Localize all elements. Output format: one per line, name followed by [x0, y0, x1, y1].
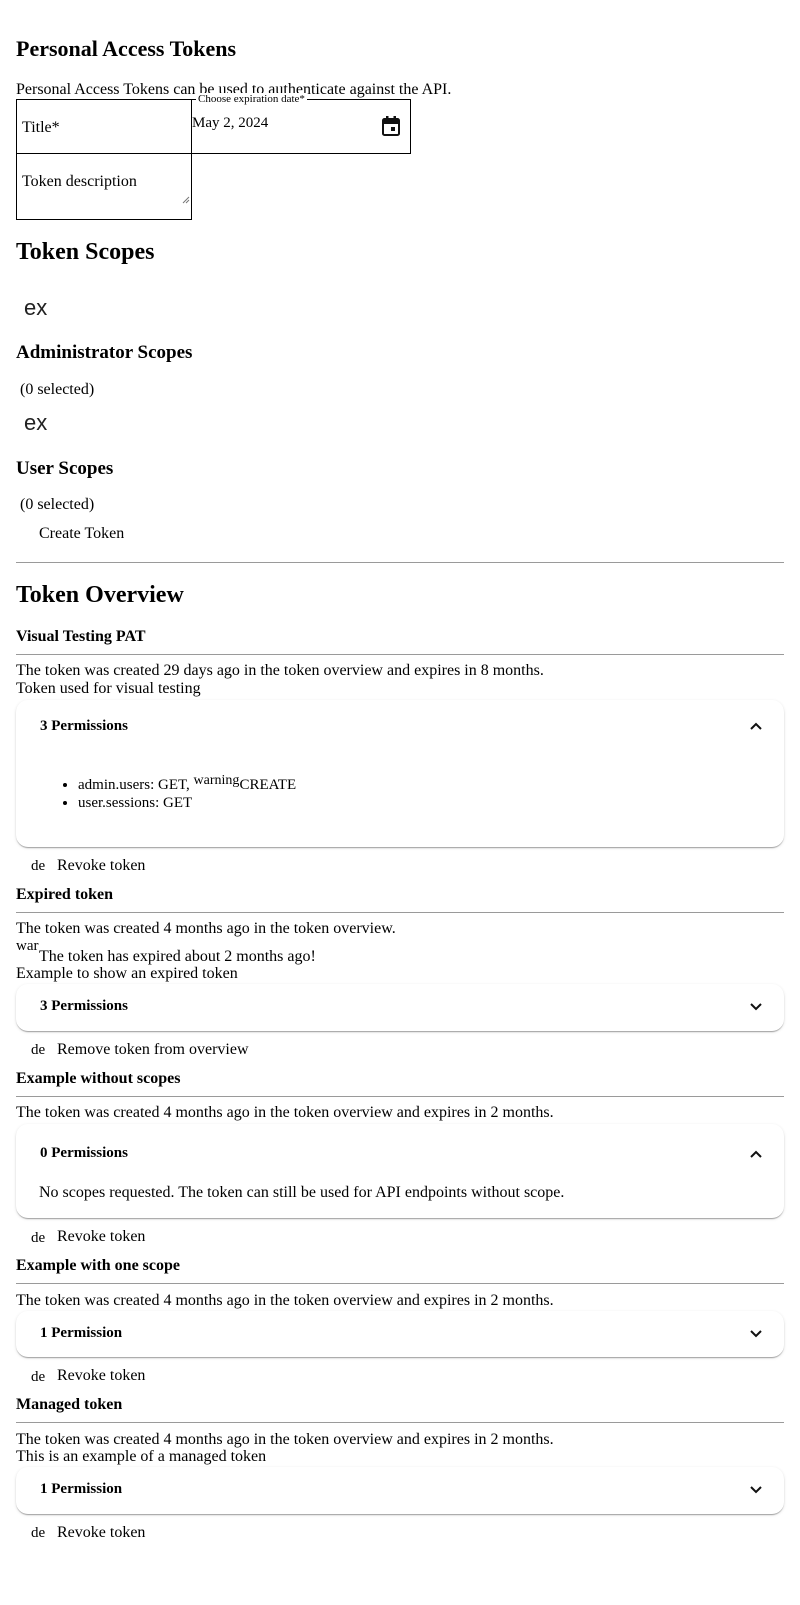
calendar-icon[interactable] — [381, 115, 401, 137]
token-name: Example without scopes — [16, 1070, 181, 1087]
permission-text: CREATE — [239, 777, 297, 793]
user-scopes-selected-count: (0 selected) — [20, 496, 95, 513]
chevron-up-icon[interactable] — [750, 720, 762, 732]
revoke-token-button[interactable]: Revoke token — [57, 857, 145, 875]
token-created-info: The token was created 29 days ago in the… — [16, 662, 544, 679]
token-description: This is an example of a managed token — [16, 1448, 267, 1465]
token-created-info: The token was created 4 months ago in th… — [16, 1104, 554, 1121]
token-expired-note: The token has expired about 2 months ago… — [39, 948, 316, 965]
token-description: Example to show an expired token — [16, 965, 238, 982]
delete-icon[interactable]: de — [31, 1369, 48, 1386]
token-divider — [16, 1283, 784, 1284]
user-scopes-heading: User Scopes — [16, 458, 114, 479]
chevron-down-icon[interactable] — [750, 1328, 762, 1340]
permissions-panel-header[interactable]: 0 Permissions — [40, 1145, 128, 1162]
permissions-panel: 1 Permission — [16, 1467, 784, 1514]
admin-scopes-selected-count: (0 selected) — [20, 381, 95, 398]
expiration-date-field[interactable]: Choose expiration date* May 2, 2024 — [191, 93, 411, 154]
token-created-info: The token was created 4 months ago in th… — [16, 1292, 554, 1309]
token-divider — [16, 1096, 784, 1097]
delete-icon[interactable]: de — [31, 1525, 48, 1542]
page-title: Personal Access Tokens — [16, 36, 237, 61]
revoke-token-button[interactable]: Revoke token — [57, 1524, 145, 1542]
admin-scopes-expand-icon[interactable]: ex — [24, 295, 47, 321]
expiration-date-label: Choose expiration date* — [196, 93, 307, 105]
chevron-down-icon[interactable] — [750, 1484, 762, 1496]
delete-icon[interactable]: de — [31, 858, 48, 875]
permissions-panel-header[interactable]: 1 Permission — [40, 1325, 122, 1342]
remove-token-button[interactable]: Remove token from overview — [57, 1041, 249, 1059]
no-scopes-message: No scopes requested. The token can still… — [39, 1184, 565, 1201]
warning-icon: warning — [193, 773, 240, 788]
permissions-panel-header[interactable]: 3 Permissions — [40, 998, 128, 1015]
section-divider — [16, 562, 784, 563]
token-divider — [16, 654, 784, 655]
token-description-placeholder: Token description — [22, 173, 137, 190]
token-scopes-heading: Token Scopes — [16, 239, 155, 265]
permission-text: admin.users: GET, — [78, 777, 194, 793]
token-name: Managed token — [16, 1396, 123, 1413]
token-divider — [16, 1422, 784, 1423]
token-created-info: The token was created 4 months ago in th… — [16, 920, 396, 937]
permission-item: user.sessions: GET — [78, 794, 296, 812]
delete-icon[interactable]: de — [31, 1042, 48, 1059]
revoke-token-button[interactable]: Revoke token — [57, 1367, 145, 1385]
revoke-token-button[interactable]: Revoke token — [57, 1228, 145, 1246]
create-token-button[interactable]: Create Token — [39, 525, 124, 543]
title-field-label: Title* — [22, 119, 60, 136]
token-description: Token used for visual testing — [16, 680, 201, 697]
token-divider — [16, 912, 784, 913]
permissions-panel-header[interactable]: 3 Permissions — [40, 718, 128, 735]
user-scopes-expand-icon[interactable]: ex — [24, 410, 47, 436]
delete-icon[interactable]: de — [31, 1230, 48, 1247]
token-name: Expired token — [16, 886, 114, 903]
permissions-panel: 3 Permissions admin.users: GET, warningC… — [16, 700, 784, 847]
expiration-date-value: May 2, 2024 — [192, 115, 269, 131]
token-name: Example with one scope — [16, 1257, 180, 1274]
permissions-panel: 0 Permissions No scopes requested. The t… — [16, 1124, 784, 1218]
token-name: Visual Testing PAT — [16, 628, 146, 645]
permissions-panel: 3 Permissions — [16, 984, 784, 1031]
chevron-down-icon[interactable] — [750, 1001, 762, 1013]
chevron-up-icon[interactable] — [750, 1148, 762, 1160]
token-created-info: The token was created 4 months ago in th… — [16, 1431, 554, 1448]
admin-scopes-heading: Administrator Scopes — [16, 342, 193, 363]
permission-item: admin.users: GET, warningCREATE — [78, 772, 296, 794]
token-description-field[interactable]: Token description — [16, 153, 192, 220]
title-field[interactable]: Title* — [16, 99, 192, 154]
resize-handle-icon[interactable] — [182, 196, 190, 204]
permissions-panel: 1 Permission — [16, 1311, 784, 1357]
permissions-panel-header[interactable]: 1 Permission — [40, 1481, 122, 1498]
token-overview-heading: Token Overview — [16, 582, 184, 608]
warning-icon: war — [16, 938, 39, 954]
permissions-list: admin.users: GET, warningCREATE user.ses… — [78, 772, 296, 812]
